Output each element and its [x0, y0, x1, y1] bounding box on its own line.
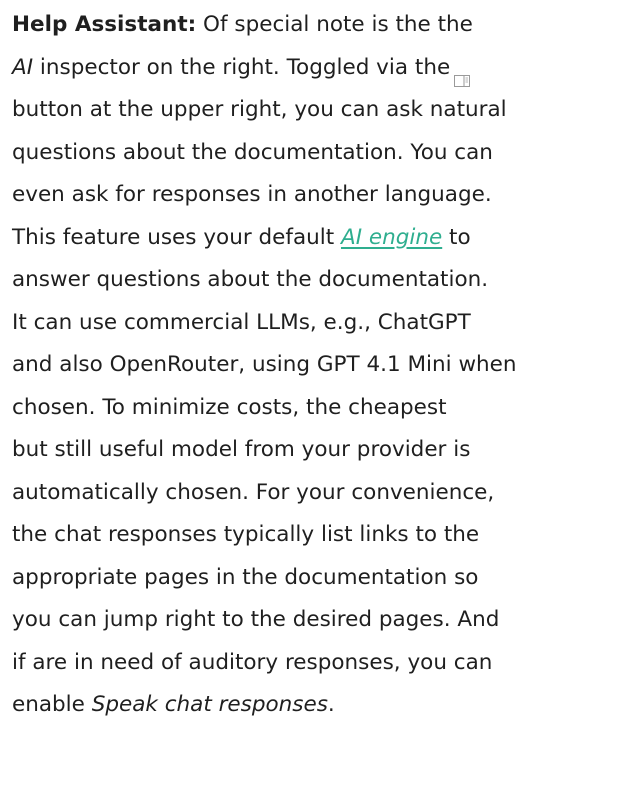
intro-text: Of special note is the the — [196, 12, 473, 37]
paragraph-line: Help Assistant: Of special note is the t… — [12, 4, 620, 47]
paragraph-line: questions about the documentation. You c… — [12, 139, 493, 165]
paragraph-line: answer questions about the documentation… — [12, 267, 489, 292]
inspector-text: inspector on the right. Toggled via the — [33, 54, 451, 80]
sidebar-toggle-icon — [454, 60, 471, 87]
paragraph-line: This feature uses your default AI engine… — [12, 217, 620, 260]
paragraph-line: if are in need of auditory responses, yo… — [12, 649, 493, 675]
paragraph-line: It can use commercial LLMs, e.g., ChatGP… — [12, 309, 471, 335]
paragraph-line: chosen. To minimize costs, the cheapest — [12, 394, 447, 420]
paragraph-line: you can jump right to the desired pages.… — [12, 607, 500, 632]
paragraph-line: button at the upper right, you can ask n… — [12, 97, 507, 122]
speak-chat-responses-term: Speak chat responses — [91, 692, 328, 717]
period-text: . — [327, 692, 335, 717]
paragraph-line: even ask for responses in another langua… — [12, 182, 492, 207]
paragraph-line: the chat responses typically list links … — [12, 522, 480, 547]
paragraph-line: AI inspector on the right. Toggled via t… — [12, 47, 620, 90]
enable-text: enable — [12, 692, 92, 717]
to-text: to — [442, 224, 471, 250]
feature-text: This feature uses your default — [12, 224, 341, 250]
paragraph-line: enable Speak chat responses. — [12, 684, 620, 727]
help-assistant-label: Help Assistant: — [12, 12, 197, 37]
ai-term: AI — [12, 54, 34, 80]
paragraph-line: but still useful model from your provide… — [12, 437, 471, 462]
paragraph-line: and also OpenRouter, using GPT 4.1 Mini … — [12, 352, 517, 377]
paragraph-line: automatically chosen. For your convenien… — [12, 479, 495, 505]
ai-engine-link[interactable]: AI engine — [341, 225, 442, 250]
help-paragraph: Help Assistant: Of special note is the t… — [0, 0, 628, 727]
paragraph-line: appropriate pages in the documentation s… — [12, 564, 479, 590]
